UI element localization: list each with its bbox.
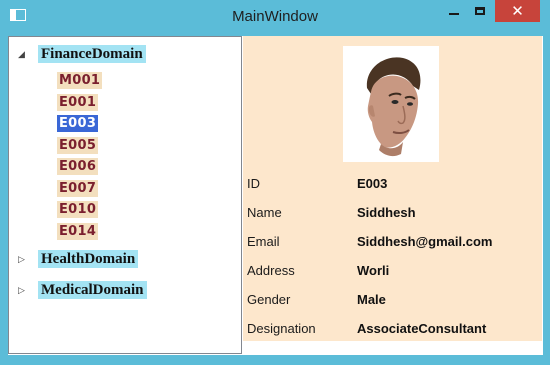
tree-node-finance-domain[interactable]: ◢ FinanceDomain	[18, 45, 146, 63]
tree-item-e014[interactable]: E014	[57, 222, 99, 240]
tree-item-e007[interactable]: E007	[57, 179, 99, 197]
tree-item-e006[interactable]: E006	[57, 158, 99, 175]
detail-row-address: Address Worli	[247, 260, 542, 282]
close-button[interactable]: ✕	[495, 0, 540, 22]
tree-item-m001[interactable]: M001	[57, 72, 103, 89]
tree-node-medical-domain[interactable]: ▷ MedicalDomain	[18, 281, 147, 299]
maximize-icon	[475, 7, 485, 15]
detail-row-designation: Designation AssociateConsultant	[247, 318, 542, 340]
field-label: Address	[247, 263, 295, 278]
detail-row-name: Name Siddhesh	[247, 202, 542, 224]
collapsed-arrow-icon[interactable]: ▷	[18, 254, 28, 264]
tree-item-e001[interactable]: E001	[57, 93, 99, 111]
detail-row-gender: Gender Male	[247, 289, 542, 311]
avatar-face-icon	[366, 57, 421, 157]
field-label: Designation	[247, 321, 316, 336]
employee-label[interactable]: E010	[57, 201, 99, 218]
domain-tree-view[interactable]: ◢ FinanceDomain M001 E001 E003 E005 E006…	[8, 36, 242, 354]
field-label: Email	[247, 234, 280, 249]
expanded-arrow-icon[interactable]: ◢	[18, 49, 28, 59]
employee-photo	[343, 46, 439, 162]
field-label: ID	[247, 176, 260, 191]
field-value: E003	[357, 176, 388, 191]
field-label: Name	[247, 205, 282, 220]
field-value: AssociateConsultant	[357, 321, 487, 336]
minimize-icon	[449, 13, 459, 15]
domain-label[interactable]: HealthDomain	[38, 250, 139, 268]
field-value: Siddhesh	[357, 205, 416, 220]
field-value: Siddhesh@gmail.com	[357, 234, 493, 249]
maximize-button[interactable]	[467, 0, 493, 22]
employee-label[interactable]: E005	[57, 136, 99, 154]
minimize-button[interactable]	[441, 0, 467, 22]
employee-label[interactable]: E014	[57, 222, 99, 240]
client-area: ◢ FinanceDomain M001 E001 E003 E005 E006…	[8, 36, 543, 355]
tree-item-e003[interactable]: E003	[57, 115, 99, 132]
field-value: Worli	[357, 263, 390, 278]
employee-label-selected[interactable]: E003	[57, 115, 99, 132]
detail-row-email: Email Siddhesh@gmail.com	[247, 231, 542, 253]
detail-row-id: ID E003	[247, 173, 542, 195]
field-label: Gender	[247, 292, 291, 307]
tree-item-e005[interactable]: E005	[57, 136, 99, 154]
title-bar[interactable]: MainWindow ✕	[0, 0, 550, 34]
collapsed-arrow-icon[interactable]: ▷	[18, 285, 28, 295]
employee-label[interactable]: E006	[57, 158, 99, 175]
close-icon: ✕	[511, 3, 524, 20]
employee-details-panel: ID E003 Name Siddhesh Email Siddhesh@gma…	[243, 36, 542, 341]
employee-label[interactable]: E001	[57, 93, 99, 111]
field-value: Male	[357, 292, 386, 307]
main-window: MainWindow ✕ ◢ FinanceDomain M001 E001 E…	[0, 0, 550, 365]
employee-label[interactable]: M001	[57, 72, 103, 89]
domain-label[interactable]: FinanceDomain	[38, 45, 146, 63]
tree-node-health-domain[interactable]: ▷ HealthDomain	[18, 250, 139, 268]
employee-label[interactable]: E007	[57, 179, 99, 197]
tree-item-e010[interactable]: E010	[57, 201, 99, 218]
domain-label[interactable]: MedicalDomain	[38, 281, 147, 299]
